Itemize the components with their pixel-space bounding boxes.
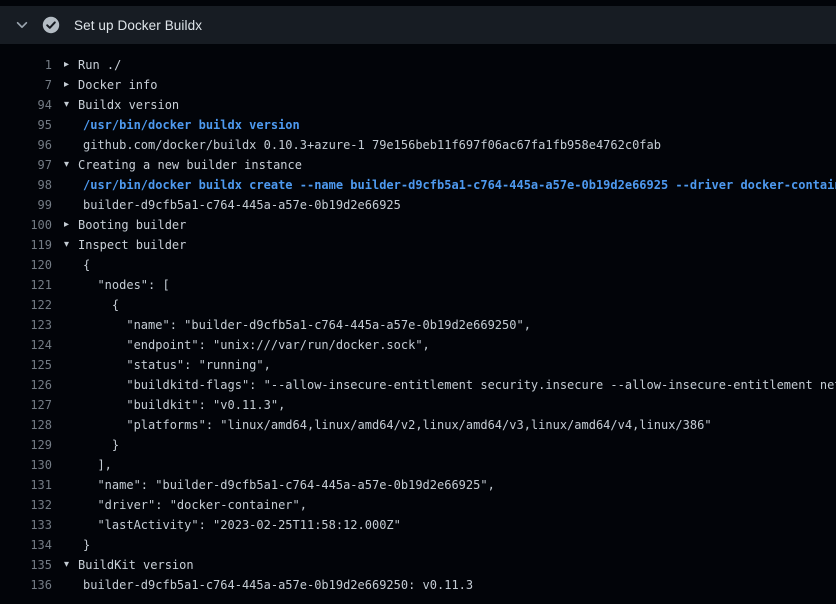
line-text: } [78,435,119,455]
line-text: "platforms": "linux/amd64,linux/amd64/v2… [78,415,712,435]
line-text: ], [78,455,112,475]
group-caret-icon[interactable]: ▾ [64,95,78,115]
line-number-link[interactable]: 98 [0,175,52,195]
log-line: 126 "buildkitd-flags": "--allow-insecure… [0,375,836,395]
line-number-link[interactable]: 126 [0,375,52,395]
line-text: Buildx version [78,95,179,115]
line-number-link[interactable]: 95 [0,115,52,135]
group-caret-icon[interactable]: ▸ [64,215,78,235]
line-number-link[interactable]: 94 [0,95,52,115]
line-text: Run ./ [78,55,121,75]
line-text: BuildKit version [78,555,194,575]
line-text: "buildkitd-flags": "--allow-insecure-ent… [78,375,836,395]
line-number-link[interactable]: 99 [0,195,52,215]
line-text: "driver": "docker-container", [78,495,307,515]
log-line: 122 { [0,295,836,315]
line-text: "buildkit": "v0.11.3", [78,395,285,415]
line-number-link[interactable]: 96 [0,135,52,155]
line-text: "name": "builder-d9cfb5a1-c764-445a-a57e… [78,475,495,495]
line-number-link[interactable]: 128 [0,415,52,435]
line-text: { [78,295,119,315]
line-text: /usr/bin/docker buildx create --name bui… [78,175,836,195]
line-number-link[interactable]: 1 [0,55,52,75]
log-line: 121 "nodes": [ [0,275,836,295]
line-text: /usr/bin/docker buildx version [78,115,300,135]
line-text: Creating a new builder instance [78,155,302,175]
group-caret-icon[interactable]: ▸ [64,55,78,75]
line-text: github.com/docker/buildx 0.10.3+azure-1 … [78,135,661,155]
log-line[interactable]: 94 ▾ Buildx version [0,95,836,115]
log-line: 99 builder-d9cfb5a1-c764-445a-a57e-0b19d… [0,195,836,215]
log-line: 134 } [0,535,836,555]
line-text: "lastActivity": "2023-02-25T11:58:12.000… [78,515,401,535]
log-line: 131 "name": "builder-d9cfb5a1-c764-445a-… [0,475,836,495]
line-number-link[interactable]: 133 [0,515,52,535]
line-text: Booting builder [78,215,186,235]
line-number-link[interactable]: 136 [0,575,52,595]
step-success-check-icon [42,16,60,34]
line-number-link[interactable]: 100 [0,215,52,235]
chevron-down-icon [15,18,29,32]
line-number-link[interactable]: 124 [0,335,52,355]
log-line: 96 github.com/docker/buildx 0.10.3+azure… [0,135,836,155]
log-output: 1 ▸ Run ./ 7 ▸ Docker info 94 ▾ Buildx v… [0,44,836,595]
line-number-link[interactable]: 97 [0,155,52,175]
group-caret-icon[interactable]: ▸ [64,75,78,95]
group-caret-icon[interactable]: ▾ [64,155,78,175]
line-number-link[interactable]: 132 [0,495,52,515]
line-text: "name": "builder-d9cfb5a1-c764-445a-a57e… [78,315,531,335]
line-number-link[interactable]: 131 [0,475,52,495]
step-header[interactable]: Set up Docker Buildx [0,6,836,44]
line-number-link[interactable]: 129 [0,435,52,455]
log-line: 129 } [0,435,836,455]
log-line: 123 "name": "builder-d9cfb5a1-c764-445a-… [0,315,836,335]
group-caret-icon[interactable]: ▾ [64,235,78,255]
line-number-link[interactable]: 123 [0,315,52,335]
line-text: "nodes": [ [78,275,170,295]
log-line[interactable]: 7 ▸ Docker info [0,75,836,95]
log-line[interactable]: 97 ▾ Creating a new builder instance [0,155,836,175]
log-line: 120 { [0,255,836,275]
log-line: 98 /usr/bin/docker buildx create --name … [0,175,836,195]
log-line[interactable]: 1 ▸ Run ./ [0,55,836,75]
log-line: 124 "endpoint": "unix:///var/run/docker.… [0,335,836,355]
line-text: builder-d9cfb5a1-c764-445a-a57e-0b19d2e6… [78,195,401,215]
line-number-link[interactable]: 121 [0,275,52,295]
collapse-step-button[interactable] [10,13,34,37]
log-line[interactable]: 135 ▾ BuildKit version [0,555,836,575]
log-line: 133 "lastActivity": "2023-02-25T11:58:12… [0,515,836,535]
line-text: } [78,535,90,555]
line-number-link[interactable]: 134 [0,535,52,555]
line-number-link[interactable]: 122 [0,295,52,315]
line-text: builder-d9cfb5a1-c764-445a-a57e-0b19d2e6… [78,575,473,595]
log-line: 130 ], [0,455,836,475]
group-caret-icon[interactable]: ▾ [64,555,78,575]
line-text: "status": "running", [78,355,271,375]
line-number-link[interactable]: 125 [0,355,52,375]
log-line: 128 "platforms": "linux/amd64,linux/amd6… [0,415,836,435]
line-text: { [78,255,90,275]
line-number-link[interactable]: 127 [0,395,52,415]
line-number-link[interactable]: 130 [0,455,52,475]
log-line: 127 "buildkit": "v0.11.3", [0,395,836,415]
log-line: 136 builder-d9cfb5a1-c764-445a-a57e-0b19… [0,575,836,595]
line-number-link[interactable]: 7 [0,75,52,95]
line-number-link[interactable]: 135 [0,555,52,575]
log-line: 132 "driver": "docker-container", [0,495,836,515]
step-title: Set up Docker Buildx [74,18,202,33]
line-number-link[interactable]: 119 [0,235,52,255]
log-line[interactable]: 119 ▾ Inspect builder [0,235,836,255]
line-text: Docker info [78,75,157,95]
log-line: 95 /usr/bin/docker buildx version [0,115,836,135]
log-line: 125 "status": "running", [0,355,836,375]
line-text: Inspect builder [78,235,186,255]
line-number-link[interactable]: 120 [0,255,52,275]
line-text: "endpoint": "unix:///var/run/docker.sock… [78,335,430,355]
log-line[interactable]: 100 ▸ Booting builder [0,215,836,235]
